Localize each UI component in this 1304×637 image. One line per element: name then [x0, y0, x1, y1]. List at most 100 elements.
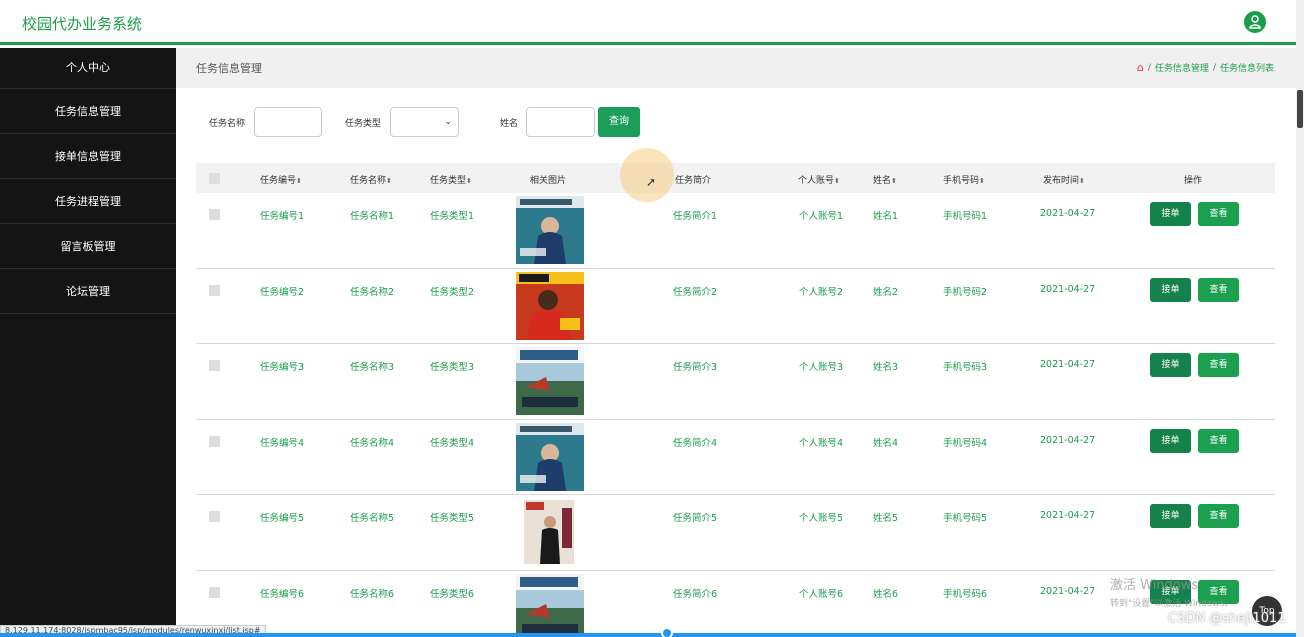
table-body: 任务编号1 任务名称1 任务类型1 任务简介1 个人账号1 姓名1 手机号码1 …: [196, 193, 1275, 637]
person-name-input[interactable]: [526, 107, 595, 137]
cell-publish-date: 2021-04-27: [1040, 585, 1096, 597]
row-checkbox[interactable]: [209, 284, 220, 296]
sidebar-item-order-info[interactable]: 接单信息管理: [0, 134, 176, 179]
table-row: 任务编号5 任务名称5 任务类型5 任务简介5 个人账号5 姓名5 手机号码5 …: [196, 495, 1275, 571]
query-button[interactable]: 查询: [598, 107, 640, 137]
view-button[interactable]: 查看: [1198, 202, 1239, 226]
cell-publish-date: 2021-04-27: [1040, 283, 1096, 295]
task-image[interactable]: [516, 498, 584, 567]
cell-person-name: 姓名6: [873, 588, 899, 600]
sort-icon: ⬍: [979, 177, 985, 185]
task-name-input[interactable]: [254, 107, 322, 137]
cell-person-name: 姓名5: [873, 513, 899, 525]
sidebar-item-message-board[interactable]: 留言板管理: [0, 224, 176, 269]
breadcrumb-separator: /: [1212, 62, 1216, 73]
cell-task-intro: 任务简介2: [673, 286, 718, 298]
sidebar-item-personal-center[interactable]: 个人中心: [0, 48, 176, 89]
cell-task-name: 任务名称2: [350, 286, 395, 298]
take-order-button[interactable]: 接单: [1150, 428, 1191, 453]
watermark-line2: 转到"设置"以激活 Windows。: [1110, 599, 1234, 609]
row-checkbox[interactable]: [209, 360, 220, 372]
row-checkbox[interactable]: [209, 209, 220, 220]
cell-task-type: 任务类型1: [430, 211, 475, 222]
cell-task-id: 任务编号6: [260, 588, 305, 600]
select-all-checkbox[interactable]: [209, 173, 220, 184]
row-checkbox[interactable]: [209, 586, 220, 598]
cell-task-type: 任务类型6: [430, 588, 475, 600]
task-table: 任务编号⬍ 任务名称⬍ 任务类型⬍ 相关图片 任务简介 个人账号⬍ 姓名⬍ 手机…: [196, 163, 1275, 637]
sort-icon: ⬍: [296, 177, 302, 185]
top-bar: 校园代办业务系统: [0, 0, 1296, 45]
table-row: 任务编号4 任务名称4 任务类型4 任务简介4 个人账号4 姓名4 手机号码4 …: [196, 420, 1275, 496]
person-name-label: 姓名: [500, 119, 519, 129]
task-image[interactable]: [516, 196, 584, 264]
search-form: 任务名称 任务类型 ⌄ 姓名 查询: [196, 107, 696, 137]
sidebar-item-task-progress[interactable]: 任务进程管理: [0, 179, 176, 224]
cell-account: 个人账号1: [799, 211, 844, 222]
cell-phone: 手机号码5: [943, 513, 988, 525]
cell-publish-date: 2021-04-27: [1040, 208, 1096, 219]
task-name-label: 任务名称: [209, 119, 246, 129]
task-image[interactable]: [516, 347, 584, 416]
task-image[interactable]: [516, 422, 584, 491]
task-type-label: 任务类型: [345, 119, 382, 129]
view-button[interactable]: 查看: [1198, 504, 1239, 529]
page-header: 任务信息管理 ⌂ / 任务信息管理 / 任务信息列表: [176, 48, 1296, 88]
cell-phone: 手机号码6: [943, 588, 988, 600]
cell-task-id: 任务编号5: [260, 513, 305, 525]
breadcrumb-item-task-management[interactable]: 任务信息管理: [1155, 61, 1209, 74]
scrollbar-thumb[interactable]: [1297, 90, 1303, 128]
task-image[interactable]: [516, 271, 584, 340]
column-header-task-id[interactable]: 任务编号⬍: [260, 173, 302, 186]
page-title: 任务信息管理: [196, 62, 262, 75]
app-title: 校园代办业务系统: [22, 15, 143, 33]
cell-account: 个人账号4: [799, 437, 844, 449]
cell-account: 个人账号6: [799, 588, 844, 600]
task-type-select[interactable]: ⌄: [390, 107, 459, 137]
cell-phone: 手机号码2: [943, 286, 988, 298]
take-order-button[interactable]: 接单: [1150, 353, 1191, 378]
table-row: 任务编号3 任务名称3 任务类型3 任务简介3 个人账号3 姓名3 手机号码3 …: [196, 344, 1275, 420]
cell-person-name: 姓名2: [873, 286, 899, 298]
watermark-line1: 激活 Windows: [1110, 578, 1199, 593]
column-header-date[interactable]: 发布时间⬍: [1043, 173, 1085, 186]
sidebar-item-forum[interactable]: 论坛管理: [0, 269, 176, 314]
breadcrumb-item-task-list: 任务信息列表: [1219, 64, 1274, 74]
column-header-image: 相关图片: [530, 176, 567, 186]
take-order-button[interactable]: 接单: [1150, 504, 1191, 529]
sidebar-item-task-info[interactable]: 任务信息管理: [0, 89, 176, 134]
sort-icon: ⬍: [386, 177, 392, 185]
column-header-task-name[interactable]: 任务名称⬍: [350, 173, 392, 186]
cell-task-intro: 任务简介5: [673, 513, 718, 525]
column-header-account[interactable]: 个人账号⬍: [798, 173, 840, 186]
take-order-button[interactable]: 接单: [1150, 202, 1191, 226]
cell-task-id: 任务编号3: [260, 362, 305, 374]
view-button[interactable]: 查看: [1198, 277, 1239, 302]
view-button[interactable]: 查看: [1198, 428, 1239, 453]
take-order-button[interactable]: 接单: [1150, 277, 1191, 302]
cell-phone: 手机号码3: [943, 362, 988, 374]
cell-publish-date: 2021-04-27: [1040, 434, 1096, 446]
sidebar: 个人中心 任务信息管理 接单信息管理 任务进程管理 留言板管理 论坛管理: [0, 48, 176, 637]
cell-task-intro: 任务简介6: [673, 588, 718, 600]
cell-task-type: 任务类型4: [430, 437, 475, 449]
breadcrumb-separator: /: [1147, 62, 1151, 73]
cell-task-name: 任务名称6: [350, 588, 395, 600]
cell-task-id: 任务编号4: [260, 437, 305, 449]
view-button[interactable]: 查看: [1198, 353, 1239, 378]
sort-icon: ⬍: [891, 177, 897, 185]
row-checkbox[interactable]: [209, 435, 220, 447]
column-header-name[interactable]: 姓名⬍: [873, 173, 897, 186]
windows-activation-watermark: 激活 Windows 转到"设置"以激活 Windows。: [1110, 574, 1233, 609]
cell-phone: 手机号码4: [943, 437, 988, 449]
column-header-task-type[interactable]: 任务类型⬍: [430, 173, 472, 186]
page-scrollbar[interactable]: [1296, 0, 1304, 637]
cell-task-intro: 任务简介3: [673, 362, 718, 374]
home-icon[interactable]: ⌂: [1137, 61, 1144, 74]
user-avatar-icon[interactable]: [1244, 11, 1266, 33]
row-checkbox[interactable]: [209, 511, 220, 523]
task-image[interactable]: [516, 573, 584, 637]
column-header-phone[interactable]: 手机号码⬍: [943, 173, 985, 186]
cell-phone: 手机号码1: [943, 211, 988, 222]
cell-task-id: 任务编号1: [260, 211, 305, 222]
